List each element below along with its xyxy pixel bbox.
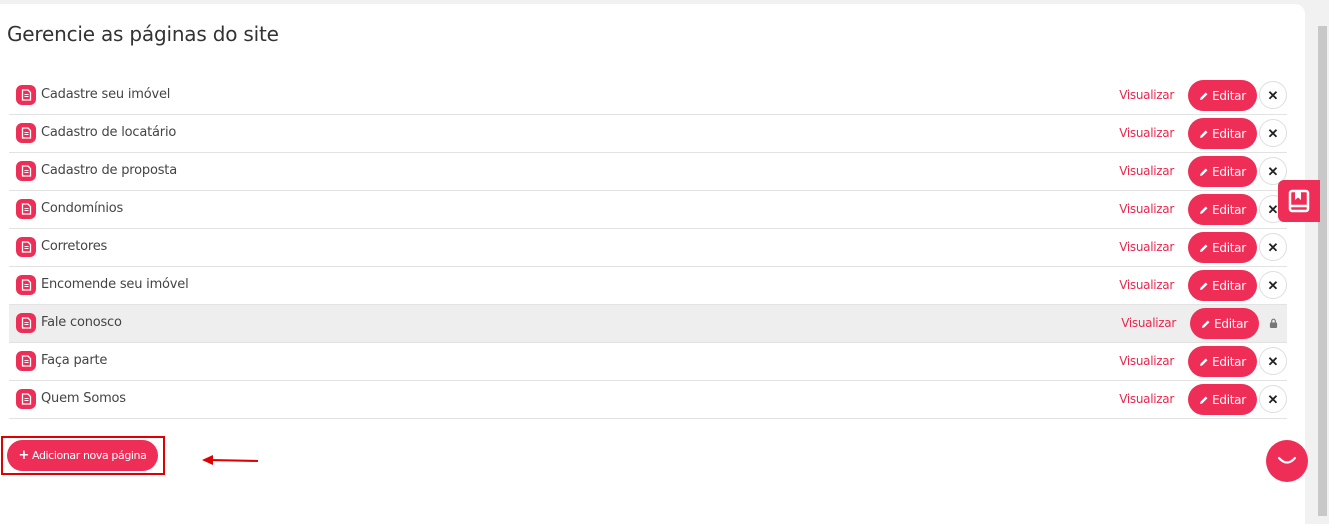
edit-label: Editar [1212, 354, 1246, 369]
edit-label: Editar [1212, 126, 1246, 141]
page-row: Corretores Visualizar Editar ✕ [9, 229, 1287, 267]
view-link[interactable]: Visualizar [1119, 126, 1174, 140]
edit-button[interactable]: Editar [1188, 118, 1257, 149]
scrollbar-thumb[interactable] [1318, 26, 1327, 516]
lock-icon [1259, 309, 1287, 337]
pencil-icon [1200, 358, 1208, 366]
pencil-icon [1200, 396, 1208, 404]
bookmark-icon [1288, 189, 1310, 213]
page-name: Cadastre seu imóvel [41, 87, 171, 102]
delete-button[interactable]: ✕ [1259, 385, 1287, 413]
pencil-icon [1200, 244, 1208, 252]
close-icon: ✕ [1267, 125, 1279, 141]
page-name: Encomende seu imóvel [41, 277, 189, 292]
delete-button[interactable]: ✕ [1259, 119, 1287, 147]
page-row: Fale conosco Visualizar Editar [9, 305, 1287, 343]
document-icon [16, 161, 36, 181]
close-icon: ✕ [1267, 391, 1279, 407]
page-row: Encomende seu imóvel Visualizar Editar ✕ [9, 267, 1287, 305]
pencil-icon [1200, 282, 1208, 290]
edit-button[interactable]: Editar [1190, 308, 1259, 339]
view-link[interactable]: Visualizar [1119, 354, 1174, 368]
page-row: Faça parte Visualizar Editar ✕ [9, 343, 1287, 381]
delete-button[interactable]: ✕ [1259, 233, 1287, 261]
close-icon: ✕ [1267, 201, 1279, 217]
edit-label: Editar [1214, 316, 1248, 331]
document-icon [16, 85, 36, 105]
edit-button[interactable]: Editar [1188, 194, 1257, 225]
scrollbar-track[interactable] [1313, 0, 1329, 516]
close-icon: ✕ [1267, 277, 1279, 293]
pencil-icon [1200, 130, 1208, 138]
view-link[interactable]: Visualizar [1121, 316, 1176, 330]
pencil-icon [1200, 206, 1208, 214]
close-icon: ✕ [1267, 353, 1279, 369]
view-link[interactable]: Visualizar [1119, 164, 1174, 178]
document-icon [16, 237, 36, 257]
view-link[interactable]: Visualizar [1119, 240, 1174, 254]
document-icon [16, 275, 36, 295]
edit-button[interactable]: Editar [1188, 346, 1257, 377]
edit-button[interactable]: Editar [1188, 384, 1257, 415]
delete-button[interactable]: ✕ [1259, 347, 1287, 375]
document-icon [16, 199, 36, 219]
close-icon: ✕ [1267, 239, 1279, 255]
pencil-icon [1202, 320, 1210, 328]
add-page-label: Adicionar nova página [32, 449, 147, 462]
edit-label: Editar [1212, 240, 1246, 255]
side-bookmark-tab[interactable] [1278, 180, 1320, 222]
edit-button[interactable]: Editar [1188, 232, 1257, 263]
view-link[interactable]: Visualizar [1119, 88, 1174, 102]
page-name: Cadastro de proposta [41, 163, 177, 178]
view-link[interactable]: Visualizar [1119, 202, 1174, 216]
page-row: Cadastre seu imóvel Visualizar Editar ✕ [9, 77, 1287, 115]
document-icon [16, 389, 36, 409]
close-icon: ✕ [1267, 163, 1279, 179]
edit-label: Editar [1212, 278, 1246, 293]
pencil-icon [1200, 168, 1208, 176]
page-name: Quem Somos [41, 391, 126, 406]
page-name: Faça parte [41, 353, 108, 368]
document-icon [16, 123, 36, 143]
chat-widget-button[interactable] [1266, 440, 1308, 482]
page-name: Corretores [41, 239, 108, 254]
edit-button[interactable]: Editar [1188, 156, 1257, 187]
page-name: Cadastro de locatário [41, 125, 177, 140]
pencil-icon [1200, 92, 1208, 100]
document-icon [16, 351, 36, 371]
page-row: Cadastro de proposta Visualizar Editar ✕ [9, 153, 1287, 191]
edit-label: Editar [1212, 88, 1246, 103]
delete-button[interactable]: ✕ [1259, 81, 1287, 109]
page-title: Gerencie as páginas do site [7, 22, 279, 46]
edit-button[interactable]: Editar [1188, 80, 1257, 111]
page-name: Condomínios [41, 201, 124, 216]
page-row: Quem Somos Visualizar Editar ✕ [9, 381, 1287, 419]
page-row: Cadastro de locatário Visualizar Editar ✕ [9, 115, 1287, 153]
page-name: Fale conosco [41, 315, 122, 330]
add-page-button[interactable]: + Adicionar nova página [7, 440, 158, 471]
edit-button[interactable]: Editar [1188, 270, 1257, 301]
view-link[interactable]: Visualizar [1119, 278, 1174, 292]
plus-icon: + [18, 448, 30, 463]
chat-icon [1277, 456, 1297, 464]
edit-label: Editar [1212, 164, 1246, 179]
close-icon: ✕ [1267, 87, 1279, 103]
edit-label: Editar [1212, 392, 1246, 407]
document-icon [16, 313, 36, 333]
delete-button[interactable]: ✕ [1259, 271, 1287, 299]
view-link[interactable]: Visualizar [1119, 392, 1174, 406]
edit-label: Editar [1212, 202, 1246, 217]
pages-list: Cadastre seu imóvel Visualizar Editar ✕ Cada… [9, 77, 1287, 419]
page-row: Condomínios Visualizar Editar ✕ [9, 191, 1287, 229]
annotation-arrow [202, 455, 259, 465]
